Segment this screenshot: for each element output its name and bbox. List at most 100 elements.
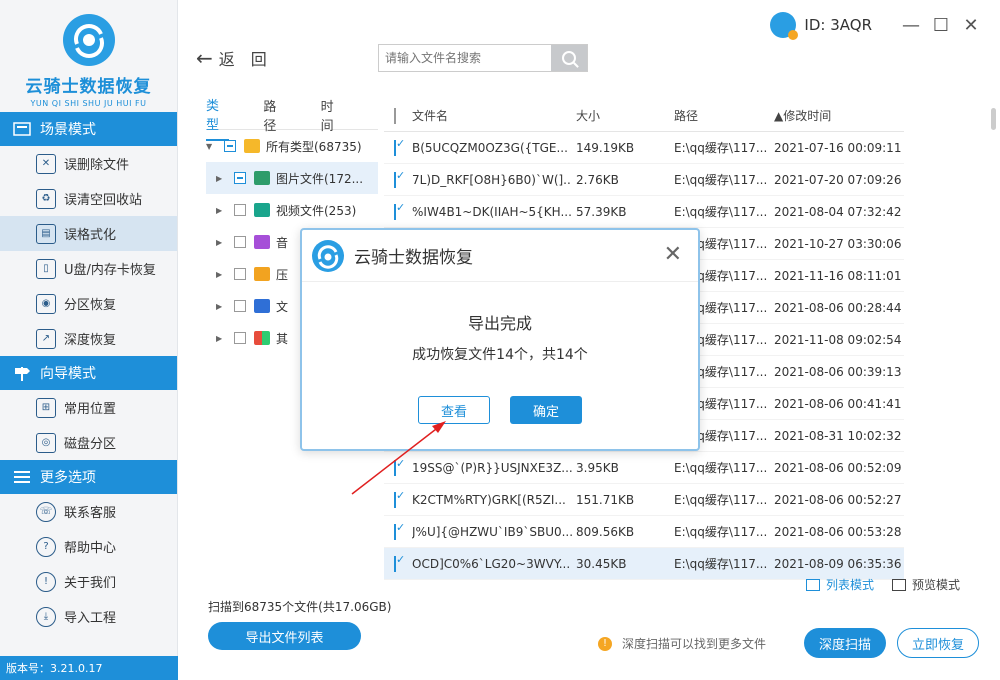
warning-icon: ! — [598, 636, 612, 651]
format-icon: ▤ — [36, 223, 56, 244]
sidebar-item-common-location[interactable]: ⊞ 常用位置 — [0, 390, 177, 425]
tree-checkbox[interactable] — [224, 140, 236, 152]
minimize-button[interactable]: — — [898, 12, 924, 38]
tree-row-all-types[interactable]: ▼ 所有类型(68735) — [206, 130, 378, 162]
cell-size: 2.76KB — [576, 172, 619, 187]
cell-time: 2021-11-16 08:11:01 — [774, 268, 902, 283]
import-icon: ⤓ — [36, 606, 56, 627]
tree-checkbox[interactable] — [234, 332, 246, 344]
tree-row-images[interactable]: ▶ 图片文件(172... — [206, 162, 378, 194]
table-row[interactable]: K2CTM%RTY)GRK[(R5ZI... 151.71KB E:\qq缓存\11… — [384, 484, 904, 516]
section-scene-mode[interactable]: 场景模式 — [0, 112, 177, 146]
deleted-file-icon: ✕ — [36, 153, 56, 174]
sidebar-item-label: 磁盘分区 — [64, 437, 117, 452]
expand-right-icon[interactable]: ▶ — [216, 238, 228, 247]
sidebar-item-help[interactable]: ? 帮助中心 — [0, 529, 177, 564]
archive-file-icon — [254, 267, 270, 281]
signpost-icon — [12, 365, 32, 381]
sidebar-item-deleted-files[interactable]: ✕ 误删除文件 — [0, 146, 177, 181]
column-header-size[interactable]: 大小 — [572, 107, 674, 124]
user-avatar-icon[interactable] — [770, 12, 799, 40]
tree-checkbox[interactable] — [234, 172, 246, 184]
recover-now-button[interactable]: 立即恢复 — [897, 628, 979, 658]
sidebar-item-label: 分区恢复 — [64, 298, 117, 313]
deep-scan-button[interactable]: 深度扫描 — [804, 628, 886, 658]
scan-summary: 扫描到68735个文件(共17.06GB) — [208, 600, 392, 614]
dialog-close-button[interactable]: ✕ — [664, 242, 682, 267]
sidebar-item-about[interactable]: ! 关于我们 — [0, 564, 177, 599]
list-mode-button[interactable]: 列表模式 — [806, 576, 874, 593]
tab-path[interactable]: 路径 — [263, 90, 286, 140]
sidebar-item-disk-partition[interactable]: ◎ 磁盘分区 — [0, 425, 177, 460]
search-button[interactable] — [551, 45, 587, 71]
table-row[interactable]: B(5UCQZM0OZ3G({TGE... 149.19KB E:\qq缓存\117… — [384, 132, 904, 164]
sidebar-item-support[interactable]: ☏ 联系客服 — [0, 494, 177, 529]
expand-right-icon[interactable]: ▶ — [216, 206, 228, 215]
sidebar-item-partition[interactable]: ◉ 分区恢复 — [0, 286, 177, 321]
ok-button[interactable]: 确定 — [510, 396, 582, 424]
tree-checkbox[interactable] — [234, 300, 246, 312]
table-header: 文件名 大小 路径 ▲修改时间 — [384, 100, 904, 132]
expand-right-icon[interactable]: ▶ — [216, 334, 228, 343]
export-list-button[interactable]: 导出文件列表 — [208, 622, 361, 650]
row-checkbox-cell — [384, 171, 412, 188]
row-checkbox[interactable] — [394, 459, 396, 476]
tree-checkbox[interactable] — [234, 236, 246, 248]
back-button[interactable]: ← 返 回 — [196, 46, 267, 70]
expand-right-icon[interactable]: ▶ — [216, 270, 228, 279]
row-checkbox[interactable] — [394, 203, 396, 220]
row-checkbox[interactable] — [394, 523, 396, 540]
cell-name: J%U]{@HZWU`IB9`SBU0... — [412, 524, 572, 539]
close-window-button[interactable]: ✕ — [958, 12, 984, 38]
tree-tabs: 类型 路径 时间 — [206, 99, 378, 141]
sidebar-item-import-project[interactable]: ⤓ 导入工程 — [0, 599, 177, 634]
tree-checkbox[interactable] — [234, 268, 246, 280]
sidebar-item-deep-recovery[interactable]: ↗ 深度恢复 — [0, 321, 177, 356]
row-checkbox[interactable] — [394, 171, 396, 188]
table-row[interactable]: %IW4B1~DK(IIAH~5{KH... 57.39KB E:\qq缓存\117… — [384, 196, 904, 228]
search-input[interactable] — [379, 45, 551, 71]
cell-path: E:\qq缓存\117... — [674, 557, 768, 571]
row-checkbox-cell — [384, 459, 412, 476]
cell-path: E:\qq缓存\117... — [674, 141, 768, 155]
select-all-checkbox[interactable] — [394, 107, 396, 124]
row-checkbox[interactable] — [394, 491, 396, 508]
sidebar-item-format[interactable]: ▤ 误格式化 — [0, 216, 177, 251]
tree-row-label: 所有类型(68735) — [266, 139, 362, 154]
column-header-time[interactable]: ▲修改时间 — [774, 107, 904, 124]
video-file-icon — [254, 203, 270, 217]
sidebar-item-label: 误删除文件 — [64, 158, 130, 173]
view-button[interactable]: 查看 — [418, 396, 490, 424]
title-bar-controls: ID: 3AQR — ☐ ✕ — [770, 12, 984, 40]
sidebar-item-recycle-bin[interactable]: ♻ 误清空回收站 — [0, 181, 177, 216]
expand-right-icon[interactable]: ▶ — [216, 302, 228, 311]
sidebar-item-label: 深度恢复 — [64, 333, 117, 348]
cell-size: 57.39KB — [576, 204, 627, 219]
column-header-path[interactable]: 路径 — [674, 107, 774, 124]
section-label: 场景模式 — [40, 122, 96, 138]
section-wizard-mode[interactable]: 向导模式 — [0, 356, 177, 390]
app-title: 云骑士数据恢复 — [25, 77, 152, 97]
sidebar-item-usb-card[interactable]: ▯ U盘/内存卡恢复 — [0, 251, 177, 286]
column-header-name[interactable]: 文件名 — [412, 107, 572, 124]
table-row[interactable]: J%U]{@HZWU`IB9`SBU0... 809.56KB E:\qq缓存\11… — [384, 516, 904, 548]
table-row[interactable]: 7L)D_RKF[O8H}6B0)`W(]... 2.76KB E:\qq缓存\11… — [384, 164, 904, 196]
windows-icon: ⊞ — [36, 397, 56, 418]
preview-mode-button[interactable]: 预览模式 — [892, 576, 960, 593]
tab-time[interactable]: 时间 — [321, 90, 344, 140]
dialog-message: 导出完成 — [467, 314, 532, 333]
table-row[interactable]: 19SS@`(P)R}}USJNXE3Z... 3.95KB E:\qq缓存\117… — [384, 452, 904, 484]
tree-row-videos[interactable]: ▶ 视频文件(253) — [206, 194, 378, 226]
other-file-icon — [254, 331, 270, 345]
cell-size: 3.95KB — [576, 460, 619, 475]
section-more-options[interactable]: 更多选项 — [0, 460, 177, 494]
expand-down-icon[interactable]: ▼ — [206, 142, 218, 151]
tree-checkbox[interactable] — [234, 204, 246, 216]
row-checkbox[interactable] — [394, 555, 396, 572]
expand-right-icon[interactable]: ▶ — [216, 174, 228, 183]
scrollbar-thumb[interactable] — [991, 108, 996, 130]
maximize-button[interactable]: ☐ — [928, 12, 954, 38]
tab-type[interactable]: 类型 — [206, 89, 230, 141]
cell-name: %IW4B1~DK(IIAH~5{KH... — [412, 204, 572, 219]
row-checkbox[interactable] — [394, 139, 396, 156]
